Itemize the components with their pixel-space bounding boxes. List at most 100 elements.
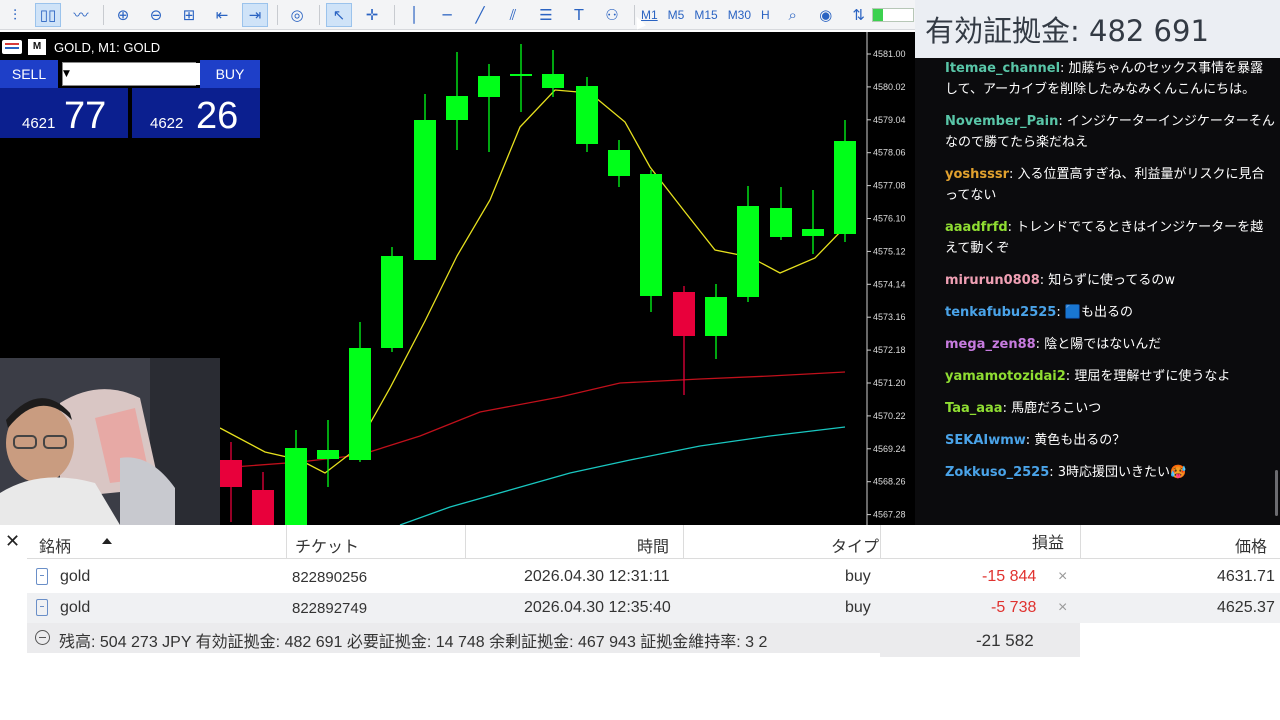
price-tick-label: 4573.16 <box>873 312 906 322</box>
close-icon[interactable]: ✕ <box>5 531 20 552</box>
position-document-icon <box>36 568 48 585</box>
chart-shift-icon[interactable]: ⇥ <box>242 2 268 27</box>
chat-message: November_Pain: インジケーターインジケーターそんなので勝てたら楽だ… <box>945 111 1275 153</box>
price-tick-label: 4576.10 <box>873 214 906 224</box>
zoom-in-icon[interactable]: ⊕ <box>110 3 136 27</box>
chat-username[interactable]: yoshsssr <box>945 167 1009 182</box>
chat-scrollbar[interactable] <box>1275 470 1278 516</box>
timeframe-m5[interactable]: M5 <box>668 8 685 22</box>
column-header-price[interactable]: 価格 <box>1235 533 1267 557</box>
column-divider <box>880 525 881 559</box>
chart-menu-icon[interactable] <box>2 40 22 54</box>
column-header-symbol[interactable]: 銘柄 <box>39 533 71 557</box>
candlestick-chart-icon[interactable]: ▯▯ <box>35 2 61 27</box>
tile-windows-icon[interactable]: ⊞ <box>176 3 202 27</box>
toolbar-divider <box>394 4 395 25</box>
sell-price-box[interactable]: 4621 77 <box>0 88 128 138</box>
timeframe-h[interactable]: H <box>761 8 770 22</box>
chat-message: aaadfrfd: トレンドでてるときはインジケーターを越えて動くぞ <box>945 217 1275 259</box>
chat-text: 知らずに使ってるのw <box>1048 273 1176 288</box>
candle-body <box>673 292 695 336</box>
broker-logo-icon: M <box>28 39 46 55</box>
position-time: 2026.04.30 12:31:11 <box>524 568 670 585</box>
buy-price-box[interactable]: 4622 26 <box>132 88 260 138</box>
zoom-out-icon[interactable]: ⊖ <box>143 3 169 27</box>
candle-body <box>802 229 824 236</box>
column-header-time[interactable]: 時間 <box>637 533 669 557</box>
toolbar-divider <box>277 4 278 25</box>
candle-body <box>576 86 598 144</box>
candle-body <box>381 256 403 348</box>
cursor-icon[interactable]: ↖ <box>326 2 352 27</box>
price-tick-label: 4580.02 <box>873 82 906 92</box>
chart-title: GOLD, M1: GOLD <box>54 39 161 55</box>
chat-text: 🟦も出るの <box>1064 305 1134 320</box>
search-icon[interactable]: ⌕ <box>780 3 806 27</box>
fibonacci-icon[interactable]: ☰ <box>533 3 559 27</box>
bar-chart-icon[interactable]: ⫶ <box>2 3 28 27</box>
trendline-icon[interactable]: ╱ <box>467 3 493 27</box>
position-profit: -5 738 <box>991 599 1037 616</box>
equity-overlay: 有効証拠金: 482 691 <box>915 0 1280 58</box>
account-summary-row: 残高: 504 273 JPY 有効証拠金: 482 691 必要証拠金: 14… <box>27 623 880 653</box>
chart-title-bar: M GOLD, M1: GOLD <box>0 36 160 58</box>
autoscroll-icon[interactable]: ⇤ <box>209 3 235 27</box>
chat-username[interactable]: SEKAIwmw <box>945 433 1026 448</box>
volume-field: ▼ ▲ <box>62 62 264 86</box>
column-header-ticket[interactable]: チケット <box>295 533 359 557</box>
close-position-icon[interactable]: × <box>1058 568 1067 586</box>
chat-username[interactable]: November_Pain <box>945 114 1058 129</box>
channel-icon[interactable]: ⫽ <box>500 3 526 27</box>
one-click-trading-panel: SELL ▼ ▲ BUY 4621 77 4622 26 <box>0 60 264 138</box>
shapes-icon[interactable]: ⚇ <box>599 3 625 27</box>
horizontal-line-icon[interactable]: ─ <box>434 3 460 27</box>
price-tick-label: 4570.22 <box>873 411 906 421</box>
vertical-line-icon[interactable]: │ <box>401 3 427 27</box>
chat-username[interactable]: mega_zen88 <box>945 337 1036 352</box>
position-row[interactable]: gold 822892749 2026.04.30 12:35:40 buy -… <box>27 593 1280 623</box>
timeframe-m15[interactable]: M15 <box>694 8 717 22</box>
buy-price-prefix: 4622 <box>150 115 184 132</box>
screenshot-icon[interactable]: ◎ <box>284 3 310 27</box>
collapse-icon[interactable] <box>35 630 50 645</box>
chat-username[interactable]: mirurun0808 <box>945 273 1040 288</box>
price-tick-label: 4579.04 <box>873 115 906 125</box>
chat-username[interactable]: yamamotozidai2 <box>945 369 1066 384</box>
buy-price-pips: 26 <box>196 95 239 137</box>
sort-ascending-icon <box>102 538 112 544</box>
crosshair-icon[interactable]: ✛ <box>359 3 385 27</box>
position-row[interactable]: gold 822890256 2026.04.30 12:31:11 buy -… <box>27 562 1280 592</box>
chat-username[interactable]: Itemae_channel <box>945 61 1060 76</box>
algo-trading-icon[interactable]: ⇅ <box>846 3 872 27</box>
column-header-type[interactable]: タイプ <box>831 533 879 557</box>
candle-body <box>349 348 371 460</box>
sell-button[interactable]: SELL <box>0 60 58 88</box>
text-tool-icon[interactable]: T <box>566 3 592 27</box>
line-chart-icon[interactable]: 〰 <box>68 3 94 27</box>
candle-body <box>834 141 856 234</box>
total-profit: -21 582 <box>976 631 1034 650</box>
price-tick-label: 4575.12 <box>873 246 906 256</box>
volume-decrease-icon[interactable]: ▼ <box>63 63 70 85</box>
account-icon[interactable]: ◉ <box>813 3 839 27</box>
chat-text: 3時応援団いきたい🥵 <box>1057 465 1187 480</box>
sell-price-prefix: 4621 <box>22 115 56 132</box>
chat-username[interactable]: Taa_aaa <box>945 401 1003 416</box>
timeframe-m30[interactable]: M30 <box>728 8 751 22</box>
streamer-image <box>0 358 220 525</box>
column-header-profit[interactable]: 損益 <box>1032 529 1064 553</box>
mid-moving-average-line <box>219 371 846 469</box>
chat-separator: : <box>1058 114 1067 129</box>
buy-button[interactable]: BUY <box>200 60 260 88</box>
column-divider <box>1080 525 1081 559</box>
chat-message: yoshsssr: 入る位置高すぎね、利益量がリスクに見合ってない <box>945 164 1275 206</box>
slow-moving-average-line <box>399 426 846 525</box>
chat-text: 陰と陽ではないんだ <box>1044 337 1162 352</box>
chat-username[interactable]: aaadfrfd <box>945 220 1008 235</box>
chat-username[interactable]: tenkafubu2525 <box>945 305 1056 320</box>
chat-text: 黄色も出るの？ <box>1034 433 1126 448</box>
price-tick-label: 4578.06 <box>873 148 906 158</box>
chat-username[interactable]: Zokkuso_2525 <box>945 465 1049 480</box>
position-ticket: 822892749 <box>292 600 368 617</box>
close-position-icon[interactable]: × <box>1058 599 1067 617</box>
